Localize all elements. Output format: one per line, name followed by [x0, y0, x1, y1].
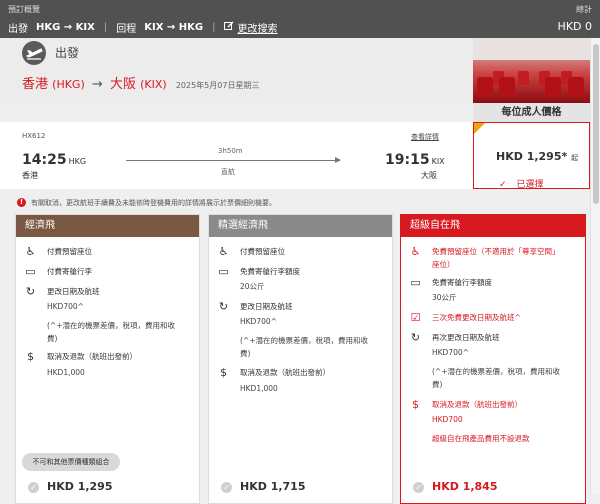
refund-icon: $	[27, 350, 34, 363]
destination-code: (KIX)	[140, 78, 167, 91]
change-icon: ↻	[25, 285, 36, 298]
departure-header: 出發 香港 (HKG) → 大阪 (KIX) 2025年5月07日星期三	[0, 38, 473, 103]
combo-restriction-badge: 不可和其他票價種類組合	[22, 453, 120, 471]
baggage-icon: ▭	[410, 276, 421, 289]
plane-takeoff-icon	[22, 41, 46, 65]
departure-label: 出發	[55, 46, 80, 60]
edit-icon[interactable]	[224, 21, 234, 34]
route-summary: 出發 HKG → KIX | 回程 KIX → HKG | 更改搜索	[8, 20, 277, 35]
destination-city: 大阪	[109, 77, 136, 92]
seat-icon: ♿	[25, 245, 36, 258]
fare-name: 超級自在飛	[401, 215, 585, 237]
return-label: 回程	[116, 24, 137, 35]
depart-route: HKG → KIX	[36, 22, 95, 33]
total-label: 總計	[576, 5, 592, 14]
fee-notice: ! 有關取消，更改航班手續費及未能依時登機費用的詳情將展示於票價細則機要。	[0, 189, 600, 211]
return-route: KIX → HKG	[144, 22, 204, 33]
change-icon: ↻	[410, 331, 421, 344]
calendar-icon: ☑	[410, 311, 421, 324]
fare-price-super-flex[interactable]: ✓ HKD 1,845	[413, 480, 497, 493]
edit-search-link[interactable]: 更改搜索	[237, 20, 277, 35]
scrollbar-thumb[interactable]	[593, 44, 599, 204]
selected-corner-badge	[474, 123, 485, 134]
depart-label: 出發	[8, 24, 28, 35]
seat-shape	[477, 77, 493, 97]
baggage-icon: ▭	[218, 265, 229, 278]
check-circle-icon: ✓	[413, 481, 424, 493]
view-details-link[interactable]: 查看詳情	[411, 132, 439, 142]
stops-label: 直航	[221, 168, 235, 176]
price-per-adult-header: 每位成人價格	[473, 103, 590, 122]
change-icon: ↻	[218, 300, 229, 313]
seat-icon: ♿	[218, 245, 229, 258]
origin-code: (HKG)	[52, 78, 85, 91]
fare-price-select-economy[interactable]: ✓ HKD 1,715	[221, 480, 305, 493]
divider: |	[212, 22, 216, 33]
flight-number: HX612	[22, 132, 46, 140]
refund-icon: $	[220, 366, 227, 379]
fare-name: 經濟飛	[16, 215, 199, 237]
departure-time: 14:25 HKG	[22, 152, 87, 168]
check-circle-icon: ✓	[28, 481, 39, 493]
departure-date: 2025年5月07日星期三	[175, 81, 260, 90]
arrow-right-icon: →	[91, 77, 103, 92]
seat-shape	[568, 77, 584, 97]
flight-path-arrow	[126, 157, 341, 163]
divider: |	[103, 22, 108, 33]
fare-price-economy[interactable]: ✓ HKD 1,295	[28, 480, 112, 493]
seat-shape	[545, 77, 561, 97]
cabin-photo	[473, 38, 590, 103]
total-value: HKD 0	[557, 20, 592, 33]
baggage-icon: ▭	[25, 265, 36, 278]
fare-card-select-economy[interactable]: 精選經濟飛	[208, 214, 393, 504]
check-circle-icon: ✓	[221, 481, 232, 493]
notice-text: 有關取消，更改航班手續費及未能依時登機費用的詳情將展示於票價細則機要。	[31, 199, 276, 207]
refund-icon: $	[412, 398, 419, 411]
summary-label: 預訂概覽	[8, 5, 40, 14]
selected-price-box[interactable]: HKD 1,295* 起 ✓ 已選擇	[473, 122, 590, 190]
seat-icon: ♿	[410, 245, 421, 258]
fare-name: 精選經濟飛	[209, 215, 392, 237]
flight-duration: 3h50m	[218, 147, 243, 155]
cabin-ceiling	[473, 38, 590, 60]
origin-city: 香港	[22, 77, 49, 92]
arrival-city: 大阪	[421, 171, 437, 180]
route-title: 香港 (HKG) → 大阪 (KIX) 2025年5月07日星期三	[22, 73, 259, 92]
booking-summary-bar: 預訂概覽 出發 HKG → KIX | 回程 KIX → HKG | 更改搜索 …	[0, 0, 600, 38]
seat-shape	[499, 77, 515, 97]
departure-city: 香港	[22, 171, 38, 180]
scrollbar[interactable]	[590, 38, 600, 494]
alert-icon: !	[17, 198, 26, 207]
arrival-time: 19:15 KIX	[385, 152, 445, 168]
flight-row[interactable]: HX612 查看詳情 14:25 HKG 香港 3h50m 直航 19:15 KIX…	[0, 122, 473, 189]
flight-price: HKD 1,295* 起	[496, 150, 579, 163]
seat-shape	[518, 71, 529, 85]
